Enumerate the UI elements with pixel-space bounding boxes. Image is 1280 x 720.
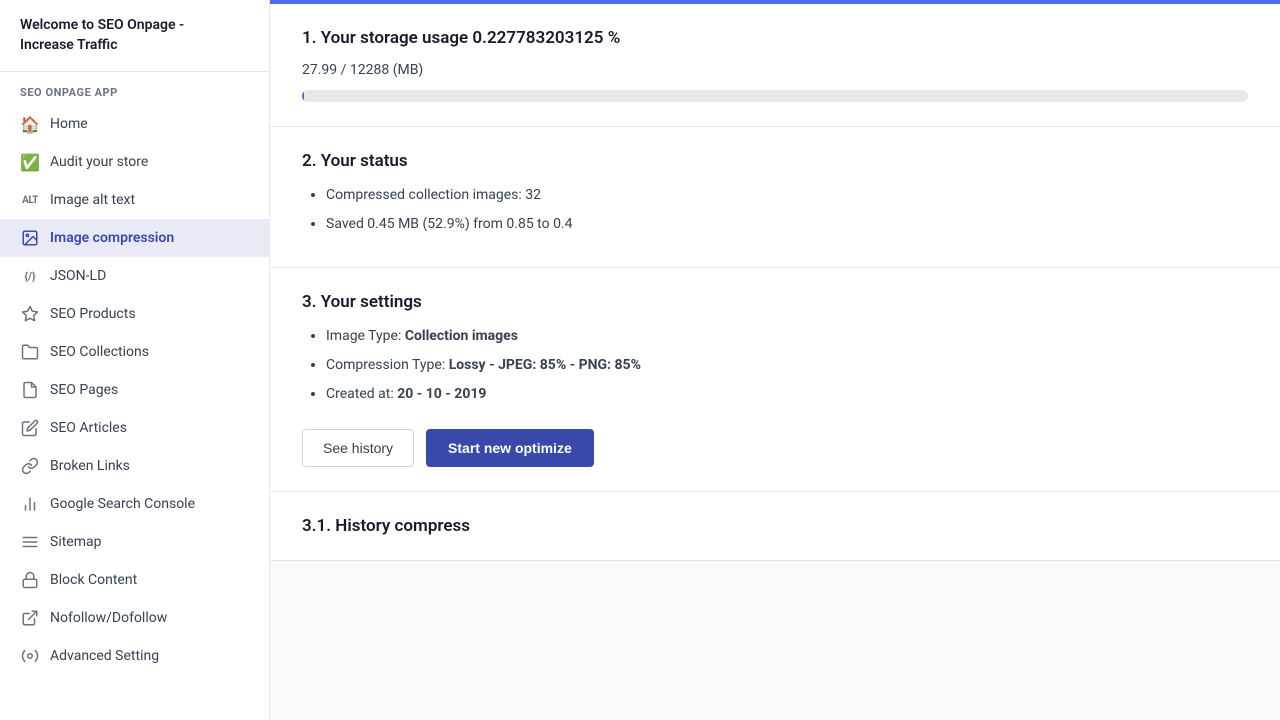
sidebar-label-home: Home [50,116,249,132]
status-item-1: Compressed collection images: 32 [326,185,1248,206]
sidebar-label-image-compression: Image compression [50,230,249,246]
seo-pages-icon [20,380,40,400]
image-type-value: Collection images [405,328,518,344]
sidebar-label-nofollow: Nofollow/Dofollow [50,610,249,626]
sidebar-label-seo-products: SEO Products [50,306,249,322]
storage-usage-text: 27.99 / 12288 (MB) [302,62,1248,78]
sidebar-item-home[interactable]: 🏠 Home [0,105,269,143]
json-ld-icon: {/} [20,266,40,286]
sidebar-label-seo-collections: SEO Collections [50,344,249,360]
seo-products-icon [20,304,40,324]
created-at-label: Created at: [326,386,397,402]
sidebar-label-image-alt: Image alt text [50,192,249,208]
progress-bar-fill [302,90,304,102]
status-item-2: Saved 0.45 MB (52.9%) from 0.85 to 0.4 [326,214,1248,235]
seo-articles-icon [20,418,40,438]
sidebar-label-gsc: Google Search Console [50,496,249,512]
sidebar-label-seo-articles: SEO Articles [50,420,249,436]
history-title: 3.1. History compress [302,516,1248,536]
progress-bar-container [302,90,1248,102]
settings-compression-type: Compression Type: Lossy - JPEG: 85% - PN… [326,355,1248,376]
sidebar-title: Welcome to SEO Onpage - Increase Traffic [20,16,249,55]
sidebar-label-seo-pages: SEO Pages [50,382,249,398]
sidebar-item-image-alt[interactable]: ALT Image alt text [0,181,269,219]
sidebar-label-json-ld: JSON-LD [50,268,249,284]
image-compression-icon [20,228,40,248]
broken-links-icon [20,456,40,476]
audit-icon: ✅ [20,152,40,172]
sidebar-label-block-content: Block Content [50,572,249,588]
sidebar-label-sitemap: Sitemap [50,534,249,550]
start-optimize-button[interactable]: Start new optimize [426,429,594,467]
compression-type-label: Compression Type: [326,357,449,373]
action-buttons: See history Start new optimize [302,429,1248,467]
advanced-icon [20,646,40,666]
sidebar-item-sitemap[interactable]: Sitemap [0,523,269,561]
sidebar-item-seo-pages[interactable]: SEO Pages [0,371,269,409]
status-title: 2. Your status [302,151,1248,171]
sidebar-item-advanced[interactable]: Advanced Setting [0,637,269,675]
compression-type-value: Lossy - JPEG: 85% - PNG: 85% [449,357,641,373]
sidebar: Welcome to SEO Onpage - Increase Traffic… [0,0,270,720]
sidebar-item-audit[interactable]: ✅ Audit your store [0,143,269,181]
sitemap-icon [20,532,40,552]
settings-section: 3. Your settings Image Type: Collection … [270,268,1280,492]
created-at-value: 20 - 10 - 2019 [397,386,486,402]
gsc-icon [20,494,40,514]
sidebar-item-gsc[interactable]: Google Search Console [0,485,269,523]
sidebar-label-broken-links: Broken Links [50,458,249,474]
sidebar-item-block-content[interactable]: Block Content [0,561,269,599]
sidebar-header: Welcome to SEO Onpage - Increase Traffic [0,0,269,72]
sidebar-item-image-compression[interactable]: Image compression [0,219,269,257]
status-section: 2. Your status Compressed collection ima… [270,127,1280,268]
sidebar-item-json-ld[interactable]: {/} JSON-LD [0,257,269,295]
nofollow-icon [20,608,40,628]
block-content-icon [20,570,40,590]
main-content: 1. Your storage usage 0.227783203125 % 2… [270,0,1280,720]
history-section: 3.1. History compress [270,492,1280,561]
sidebar-nav: 🏠 Home ✅ Audit your store ALT Image alt … [0,105,269,675]
seo-collections-icon [20,342,40,362]
sidebar-item-seo-products[interactable]: SEO Products [0,295,269,333]
storage-section: 1. Your storage usage 0.227783203125 % 2… [270,4,1280,127]
settings-created-at: Created at: 20 - 10 - 2019 [326,384,1248,405]
sidebar-item-nofollow[interactable]: Nofollow/Dofollow [0,599,269,637]
sidebar-item-seo-articles[interactable]: SEO Articles [0,409,269,447]
image-type-label: Image Type: [326,328,405,344]
storage-title: 1. Your storage usage 0.227783203125 % [302,28,1248,48]
alt-icon: ALT [20,190,40,210]
settings-image-type: Image Type: Collection images [326,326,1248,347]
sidebar-item-broken-links[interactable]: Broken Links [0,447,269,485]
settings-list: Image Type: Collection images Compressio… [302,326,1248,405]
sidebar-item-seo-collections[interactable]: SEO Collections [0,333,269,371]
status-list: Compressed collection images: 32 Saved 0… [302,185,1248,235]
see-history-button[interactable]: See history [302,429,414,467]
sidebar-label-audit: Audit your store [50,154,249,170]
sidebar-section-label: SEO ONPAGE APP [0,72,269,105]
sidebar-label-advanced: Advanced Setting [50,648,249,664]
home-icon: 🏠 [20,114,40,134]
settings-title: 3. Your settings [302,292,1248,312]
